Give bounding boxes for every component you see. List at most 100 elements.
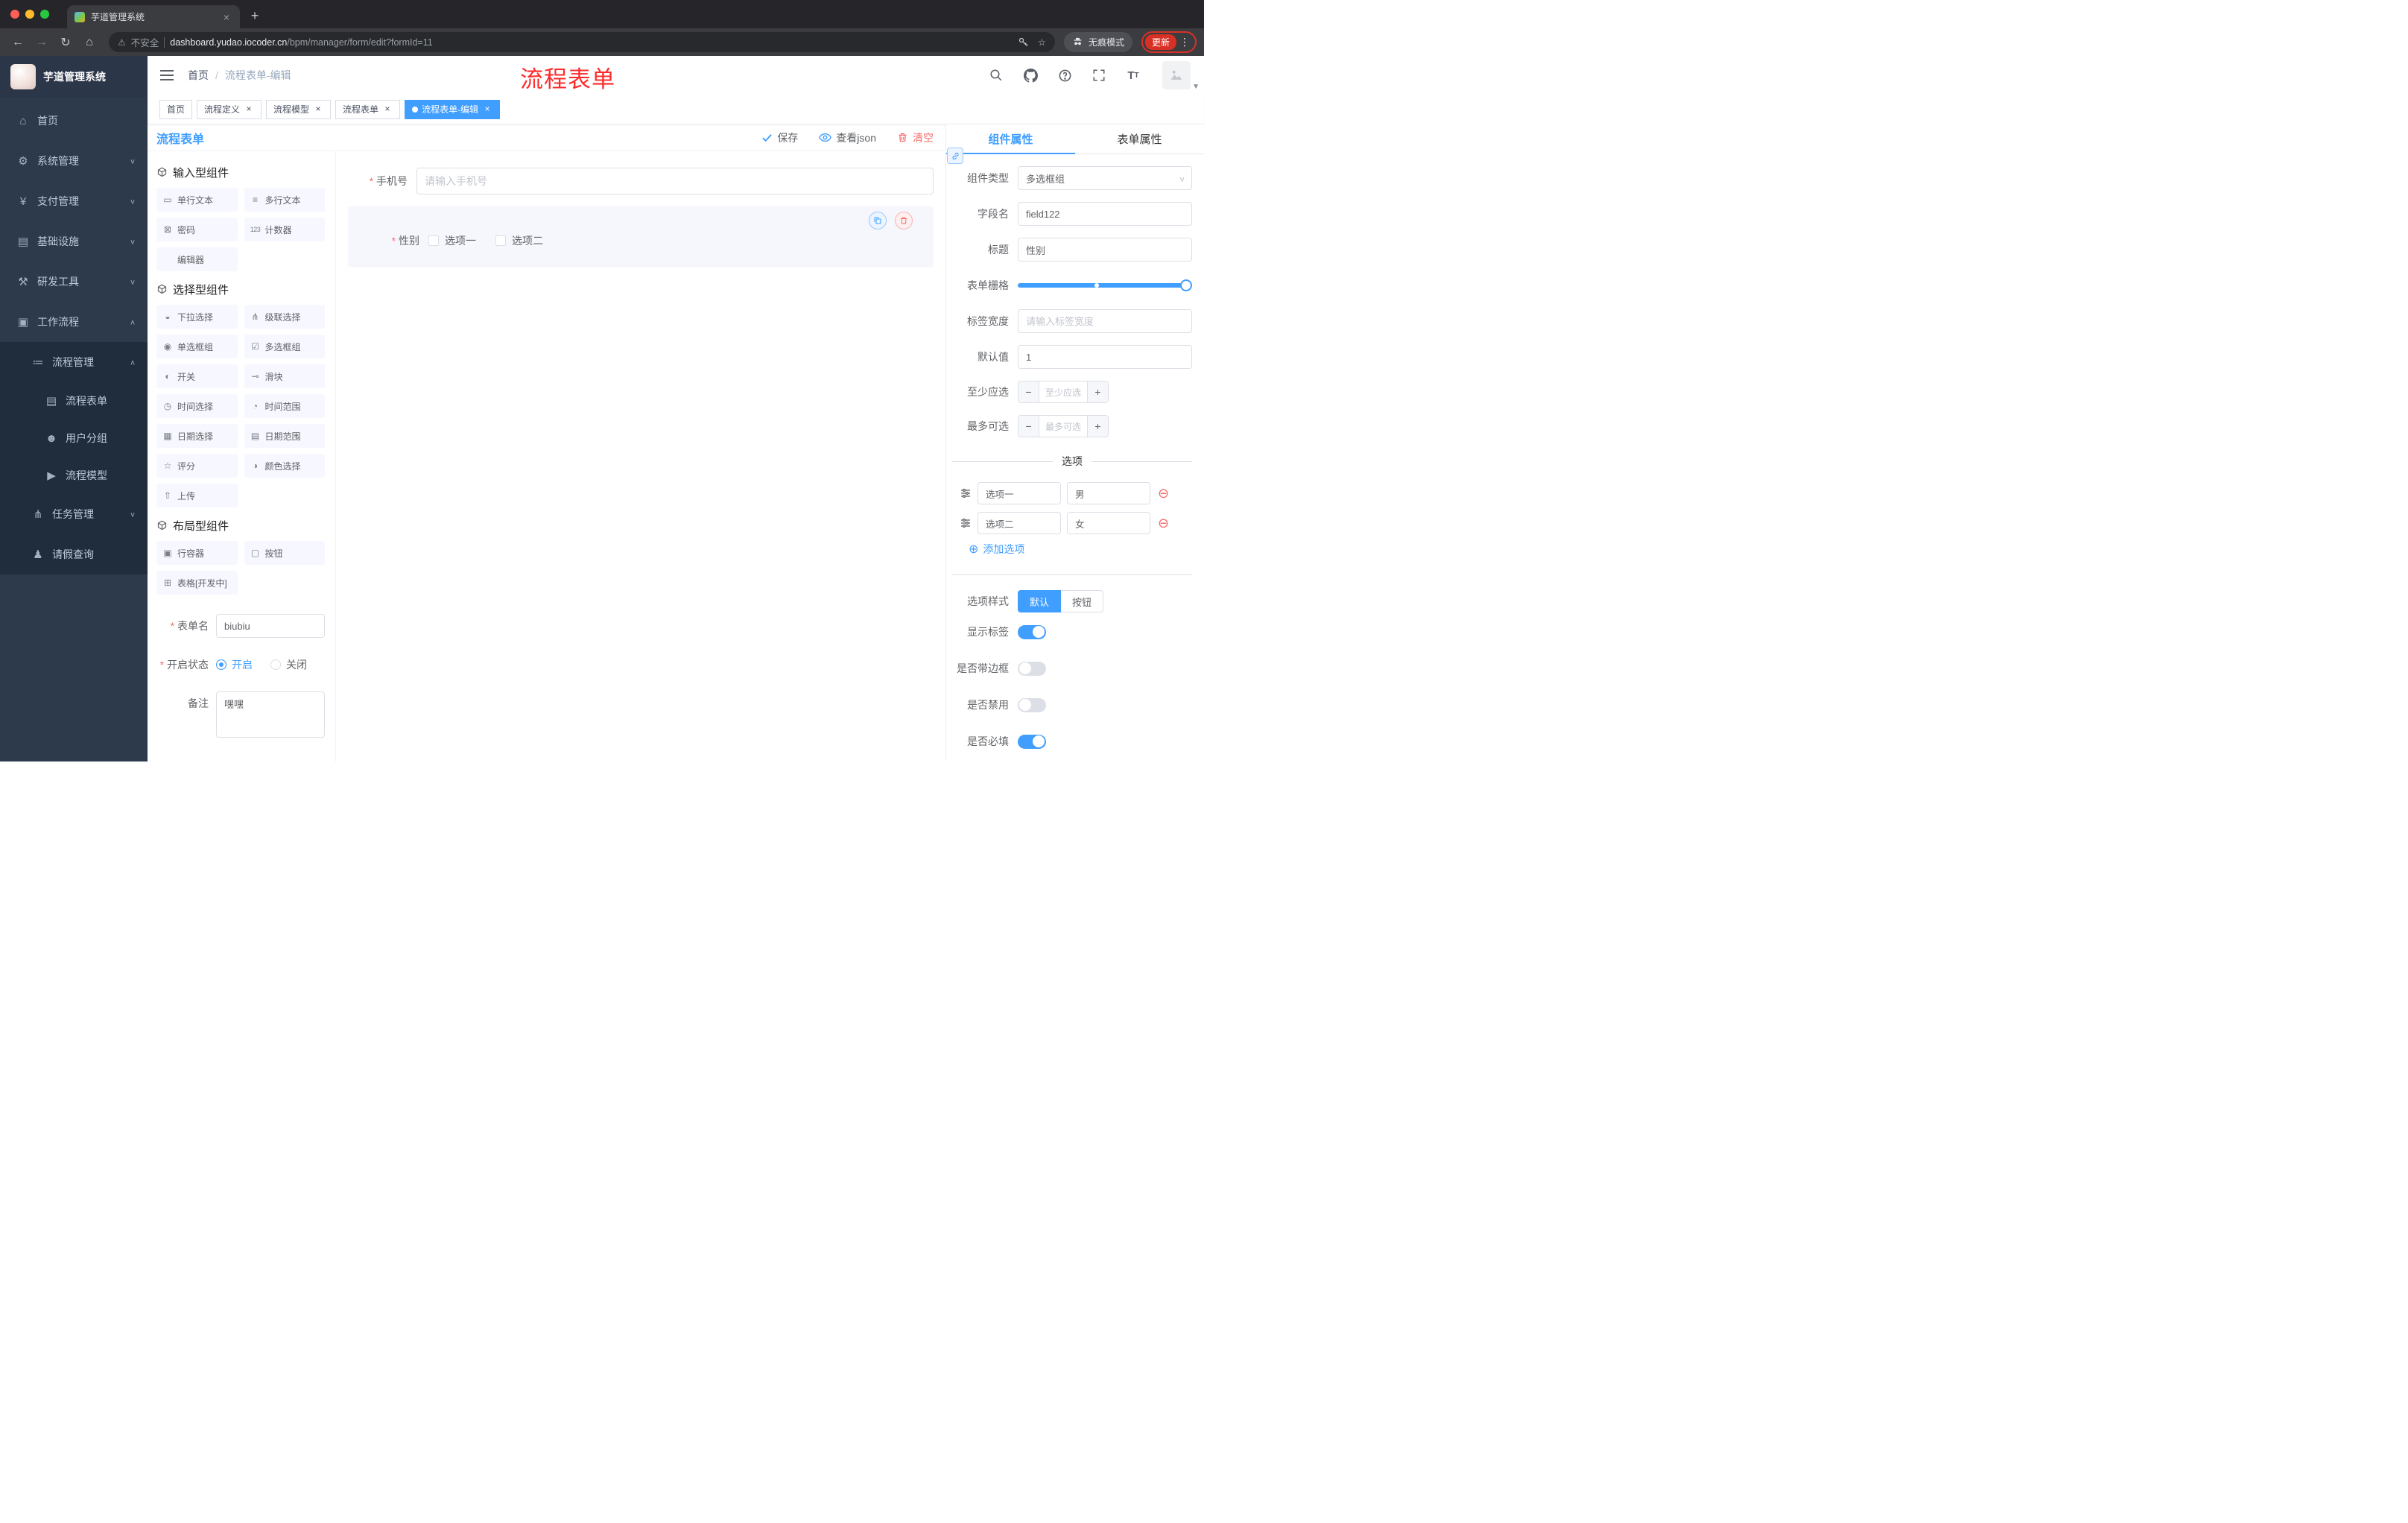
remove-option-icon[interactable]: ⊖ xyxy=(1158,516,1169,530)
phone-field-row[interactable]: 手机号 xyxy=(348,168,934,194)
add-option-button[interactable]: ⊕ 添加选项 xyxy=(969,542,1192,557)
component-item[interactable]: ⋔ 级联选择 xyxy=(244,305,325,329)
minimize-window-button[interactable] xyxy=(25,10,34,19)
stepper-plus-icon[interactable]: + xyxy=(1087,416,1108,437)
component-item[interactable]: ⊸ 滑块 xyxy=(244,364,325,388)
tag-close-icon[interactable]: × xyxy=(244,104,254,115)
component-item[interactable]: ☑ 多选框组 xyxy=(244,335,325,358)
label-width-input[interactable] xyxy=(1018,309,1192,333)
stepper-minus-icon[interactable]: − xyxy=(1018,416,1039,437)
title-input[interactable] xyxy=(1018,238,1192,262)
stepper-minus-icon[interactable]: − xyxy=(1018,381,1039,402)
maximize-window-button[interactable] xyxy=(40,10,49,19)
component-item[interactable]: ◒ 下拉选择 xyxy=(156,305,238,329)
sidebar-item[interactable]: ▤ 基础设施 ∨ xyxy=(0,221,148,262)
sidebar-item[interactable]: ⋔ 任务管理 ∨ xyxy=(0,494,148,534)
sidebar-item[interactable]: ≔ 流程管理 ∧ xyxy=(0,342,148,382)
component-item[interactable]: ▭ 单行文本 xyxy=(156,188,238,212)
component-item[interactable]: 编辑器 xyxy=(156,247,238,271)
sidebar-item[interactable]: ⚙ 系统管理 ∨ xyxy=(0,141,148,181)
component-item[interactable]: 123 计数器 xyxy=(244,218,325,241)
form-canvas[interactable]: 手机号 xyxy=(336,151,945,762)
max-count-placeholder[interactable]: 最多可选 xyxy=(1039,416,1087,437)
props-tab[interactable]: 组件属性 xyxy=(946,124,1075,154)
option-name-input[interactable] xyxy=(978,482,1061,504)
new-tab-button[interactable]: + xyxy=(244,5,265,26)
min-count-placeholder[interactable]: 至少应选 xyxy=(1039,381,1087,402)
tag-view[interactable]: 流程表单-编辑 × xyxy=(405,99,501,119)
close-window-button[interactable] xyxy=(10,10,19,19)
tag-view[interactable]: 流程定义 × xyxy=(197,99,262,119)
toggle-switch[interactable] xyxy=(1018,624,1046,639)
sidebar-item[interactable]: ¥ 支付管理 ∨ xyxy=(0,181,148,221)
help-icon[interactable] xyxy=(1056,67,1073,83)
default-value-input[interactable] xyxy=(1018,345,1192,369)
tag-close-icon[interactable]: × xyxy=(482,104,492,115)
tag-view[interactable]: 首页 × xyxy=(159,99,193,119)
props-tab[interactable]: 表单属性 xyxy=(1075,124,1204,153)
tag-close-icon[interactable]: × xyxy=(313,104,323,115)
phone-field-input[interactable] xyxy=(416,168,934,194)
option-value-input[interactable] xyxy=(1067,512,1150,534)
update-chip[interactable]: 更新 ⋮ xyxy=(1141,31,1197,53)
link-icon[interactable] xyxy=(947,148,963,164)
address-bar[interactable]: ⚠ 不安全 dashboard.yudao.iocoder.cn/bpm/man… xyxy=(109,32,1055,52)
sidebar-item[interactable]: ☻ 用户分组 xyxy=(0,419,148,457)
selected-widget[interactable]: 性别 选项一 xyxy=(348,206,934,267)
search-icon[interactable] xyxy=(988,67,1004,83)
toggle-switch[interactable] xyxy=(1018,734,1046,749)
github-icon[interactable] xyxy=(1022,67,1039,83)
drag-handle-icon[interactable] xyxy=(960,517,972,529)
component-item[interactable]: ◉ 单选框组 xyxy=(156,335,238,358)
component-item[interactable]: ≡ 多行文本 xyxy=(244,188,325,212)
status-radio[interactable]: 关闭 xyxy=(270,657,307,672)
font-size-icon[interactable]: TT xyxy=(1125,67,1141,83)
component-item[interactable]: ☆ 评分 xyxy=(156,454,238,478)
save-button[interactable]: 保存 xyxy=(761,130,798,145)
form-remark-textarea[interactable]: 嘿嘿 xyxy=(216,691,325,738)
sidebar-item[interactable]: ▣ 工作流程 ∧ xyxy=(0,302,148,342)
status-radio[interactable]: 开启 xyxy=(216,657,253,672)
component-item[interactable]: ⊞ 表格[开发中] xyxy=(156,571,238,595)
tag-view[interactable]: 流程表单 × xyxy=(335,99,401,119)
option-value-input[interactable] xyxy=(1067,482,1150,504)
forward-button[interactable]: → xyxy=(31,32,52,53)
component-item[interactable]: ⊠ 密码 xyxy=(156,218,238,241)
form-name-input[interactable] xyxy=(216,614,325,638)
option-style-choice[interactable]: 按钮 xyxy=(1061,590,1104,612)
browser-tab[interactable]: 芋道管理系统 × xyxy=(67,5,240,28)
remove-option-icon[interactable]: ⊖ xyxy=(1158,487,1169,500)
tag-close-icon[interactable]: × xyxy=(382,104,393,115)
back-button[interactable]: ← xyxy=(7,32,28,53)
gender-checkbox[interactable]: 选项二 xyxy=(495,233,543,248)
slider-handle[interactable] xyxy=(1180,279,1192,291)
component-item[interactable]: ▤ 日期范围 xyxy=(244,424,325,448)
grid-slider[interactable] xyxy=(1018,273,1192,297)
clear-button[interactable]: 清空 xyxy=(897,130,934,145)
stepper-plus-icon[interactable]: + xyxy=(1087,381,1108,402)
bookmark-star-icon[interactable]: ☆ xyxy=(1038,37,1046,48)
sidebar-item[interactable]: ♟ 请假查询 xyxy=(0,534,148,574)
component-item[interactable]: ◑ 颜色选择 xyxy=(244,454,325,478)
toggle-switch[interactable] xyxy=(1018,697,1046,712)
component-item[interactable]: ▣ 行容器 xyxy=(156,541,238,565)
reload-button[interactable]: ↻ xyxy=(55,32,76,53)
browser-menu-icon[interactable]: ⋮ xyxy=(1176,36,1193,48)
option-style-choice[interactable]: 默认 xyxy=(1018,590,1062,612)
component-item[interactable]: ▦ 日期选择 xyxy=(156,424,238,448)
component-item[interactable]: ▢ 按钮 xyxy=(244,541,325,565)
fullscreen-icon[interactable] xyxy=(1091,67,1107,83)
field-name-input[interactable] xyxy=(1018,202,1192,226)
component-item[interactable]: ◐ 开关 xyxy=(156,364,238,388)
component-type-select[interactable] xyxy=(1018,166,1192,190)
collapse-sidebar-icon[interactable] xyxy=(159,67,176,83)
gender-checkbox[interactable]: 选项一 xyxy=(428,233,476,248)
view-json-button[interactable]: 查看json xyxy=(819,130,876,145)
drag-handle-icon[interactable] xyxy=(960,487,972,499)
toggle-switch[interactable] xyxy=(1018,661,1046,676)
password-key-icon[interactable] xyxy=(1018,37,1029,48)
option-name-input[interactable] xyxy=(978,512,1061,534)
tab-close-icon[interactable]: × xyxy=(221,11,232,23)
sidebar-item[interactable]: ▶ 流程模型 xyxy=(0,457,148,494)
home-button[interactable]: ⌂ xyxy=(79,32,100,53)
